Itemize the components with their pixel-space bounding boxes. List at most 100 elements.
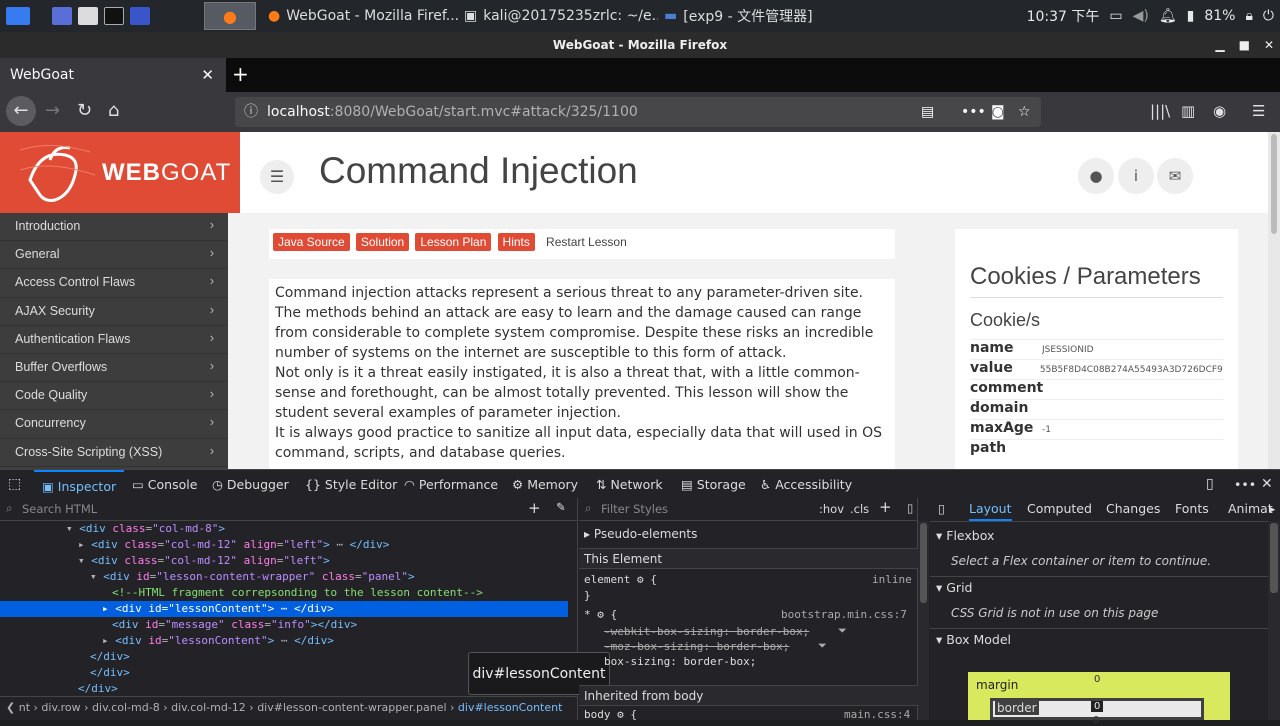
tab-memory[interactable]: ⚙ Memory — [512, 470, 578, 499]
webgoat-logo[interactable]: WEBGOAT — [0, 132, 240, 213]
breadcrumb-item[interactable]: div#lessonContent — [458, 701, 563, 714]
scrollbar-thumb[interactable] — [920, 523, 927, 603]
forward-icon[interactable]: → — [45, 100, 60, 121]
breadcrumb-back-icon[interactable]: ❮ — [6, 701, 15, 714]
url-bar[interactable]: ⓘ localhost:8080/WebGoat/start.mvc#attac… — [235, 97, 1041, 127]
breadcrumb-item[interactable]: div.col-md-8 — [92, 701, 160, 714]
add-node-icon[interactable]: + — [528, 499, 541, 517]
cls-toggle[interactable]: .cls — [850, 502, 869, 516]
sidebar-item[interactable]: Cross-Site Scripting (XSS) › — [0, 439, 228, 467]
account-icon[interactable]: ◉ — [1213, 102, 1226, 120]
breadcrumb-item[interactable]: div.row — [41, 701, 80, 714]
rule-declaration[interactable]: box-sizing: border-box; — [604, 655, 756, 668]
tab-network[interactable]: ⇅ Network — [596, 470, 663, 499]
restart-lesson-button[interactable]: Restart Lesson — [541, 233, 632, 251]
info-icon[interactable]: i — [1118, 158, 1154, 194]
sidebar-item[interactable]: Buffer Overflows › — [0, 354, 228, 383]
rule-source[interactable]: bootstrap.min.css:7 — [781, 608, 907, 621]
sidebar-item[interactable]: Access Control Flaws › — [0, 269, 228, 298]
box-model-section-toggle[interactable]: ▾ Box Model — [936, 632, 1011, 647]
new-tab-icon[interactable]: + — [232, 62, 249, 86]
scrollbar-thumb[interactable] — [1271, 134, 1277, 234]
sidebar-item[interactable]: Concurrency › — [0, 410, 228, 439]
gear-icon[interactable]: ⚙ — [597, 608, 604, 621]
scrollbar-thumb[interactable] — [1270, 523, 1278, 593]
minimize-icon[interactable]: ▁ — [1215, 32, 1224, 58]
filter-icon[interactable]: ⏷ — [838, 624, 847, 638]
breadcrumb-item[interactable]: div#lesson-content-wrapper.panel — [257, 701, 446, 714]
firefox-launcher-icon[interactable]: ● — [204, 2, 256, 30]
dock-side-icon[interactable]: ▯ — [1206, 470, 1214, 499]
envelope-icon[interactable]: ✉ — [1157, 158, 1193, 194]
battery-icon[interactable]: ▮ — [1187, 8, 1195, 24]
dock-sidebar-icon[interactable]: ▯ — [938, 501, 945, 516]
home-icon[interactable]: ⌂ — [108, 100, 119, 121]
markup-line[interactable]: <div id="message" class="info"></div> — [0, 617, 568, 633]
tab-close-icon[interactable]: ✕ — [201, 66, 214, 84]
java-source-button[interactable]: Java Source — [273, 233, 350, 251]
markup-line[interactable]: ▾ <div id="lesson-content-wrapper" class… — [0, 569, 568, 585]
tab-layout[interactable]: Layout — [969, 501, 1012, 521]
rules-scrollbar[interactable] — [918, 521, 929, 720]
breadcrumb-item[interactable]: div.col-md-12 — [171, 701, 246, 714]
notification-bell-icon[interactable]: 🔔︎ — [1159, 8, 1177, 24]
chevron-right-icon[interactable]: ▸ — [1269, 501, 1275, 516]
taskbar-task-firefox[interactable]: ● WebGoat - Mozilla Firef... — [262, 2, 458, 30]
sidebar-item[interactable]: Introduction › — [0, 213, 228, 242]
border-top-value[interactable]: 0 — [1091, 701, 1104, 712]
rule-declaration-overridden[interactable]: -webkit-box-sizing: border-box; — [604, 625, 809, 638]
sidebar-item[interactable]: Code Quality › — [0, 382, 228, 411]
power-icon[interactable]: ⏻ — [1263, 8, 1274, 24]
tab-debugger[interactable]: ◷ Debugger — [212, 470, 289, 499]
rule-declaration-overridden[interactable]: -moz-box-sizing: border-box; — [604, 640, 789, 653]
volume-icon[interactable]: ◀) — [1133, 8, 1149, 24]
gear-icon[interactable]: ⚙ — [637, 573, 644, 586]
tab-webgoat[interactable]: WebGoat ✕ — [0, 58, 226, 92]
close-icon[interactable]: ✕ — [1264, 32, 1274, 58]
back-icon[interactable]: ← — [6, 96, 36, 126]
markup-line[interactable]: ▸ <div id="lessonContent"> ⋯ </div> — [0, 633, 568, 649]
layout-scrollbar[interactable] — [1268, 521, 1280, 720]
rule-star[interactable]: * ⚙ { — [584, 608, 617, 621]
kali-menu-icon[interactable] — [6, 7, 30, 25]
display-icon[interactable]: ▭ — [1109, 8, 1122, 24]
flexbox-section-toggle[interactable]: ▾ Flexbox — [936, 528, 994, 543]
markup-line[interactable]: ▸ <div class="col-md-12" align="left"> ⋯… — [0, 537, 568, 553]
page-scrollbar[interactable] — [1268, 132, 1280, 469]
maximize-icon[interactable]: ■ — [1239, 32, 1250, 58]
tab-console[interactable]: ▭ Console — [132, 470, 197, 499]
markup-line[interactable]: ▾ <div class="col-md-12" align="left"> — [0, 553, 568, 569]
tab-changes[interactable]: Changes — [1106, 501, 1160, 516]
tab-animations[interactable]: Animat — [1228, 501, 1273, 516]
library-icon[interactable]: |||\ — [1150, 102, 1170, 120]
show-desktop-icon[interactable] — [52, 7, 72, 25]
user-icon[interactable]: ● — [1078, 158, 1114, 194]
grid-section-toggle[interactable]: ▾ Grid — [936, 580, 972, 595]
file-manager-icon[interactable] — [78, 7, 98, 25]
sidebar-item[interactable]: Authentication Flaws › — [0, 326, 228, 354]
markup-line-selected[interactable]: ▸ <div id="lessonContent"> ⋯ </div> — [0, 601, 568, 617]
hamburger-menu-icon[interactable]: ☰ — [1252, 102, 1265, 120]
hints-button[interactable]: Hints — [497, 233, 535, 251]
sidebar-icon[interactable]: ▥ — [1181, 102, 1195, 120]
tab-style-editor[interactable]: {} Style Editor — [305, 470, 397, 499]
pseudo-elements-toggle[interactable]: ▸ Pseudo-elements — [584, 527, 697, 541]
pocket-icon[interactable]: ◙ — [991, 97, 1005, 127]
tab-inspector[interactable]: ▣ Inspector — [34, 470, 125, 499]
print-icon[interactable]: ▯ — [907, 501, 913, 515]
sidebar-item[interactable]: General › — [0, 241, 228, 270]
clock[interactable]: 10:37 下午 — [1027, 6, 1100, 26]
rule-body[interactable]: body ⚙ { — [584, 708, 637, 721]
search-html-input[interactable]: ⌕ Search HTML + ✎ — [0, 498, 578, 521]
terminal-icon[interactable] — [104, 7, 124, 25]
reload-icon[interactable]: ↻ — [77, 100, 92, 121]
rule-source[interactable]: inline — [872, 573, 912, 586]
add-rule-icon[interactable]: + — [879, 498, 892, 516]
page-actions-icon[interactable]: ••• — [961, 97, 986, 127]
reader-view-icon[interactable]: ▤ — [921, 97, 934, 127]
eyedropper-icon[interactable]: ✎ — [556, 500, 566, 514]
lesson-plan-button[interactable]: Lesson Plan — [415, 233, 492, 251]
markup-line[interactable]: ▾ <div class="col-md-8"> — [0, 521, 568, 537]
lock-icon[interactable]: 🔒︎ — [1245, 8, 1252, 24]
tab-accessibility[interactable]: ♿ Accessibility — [760, 470, 852, 499]
